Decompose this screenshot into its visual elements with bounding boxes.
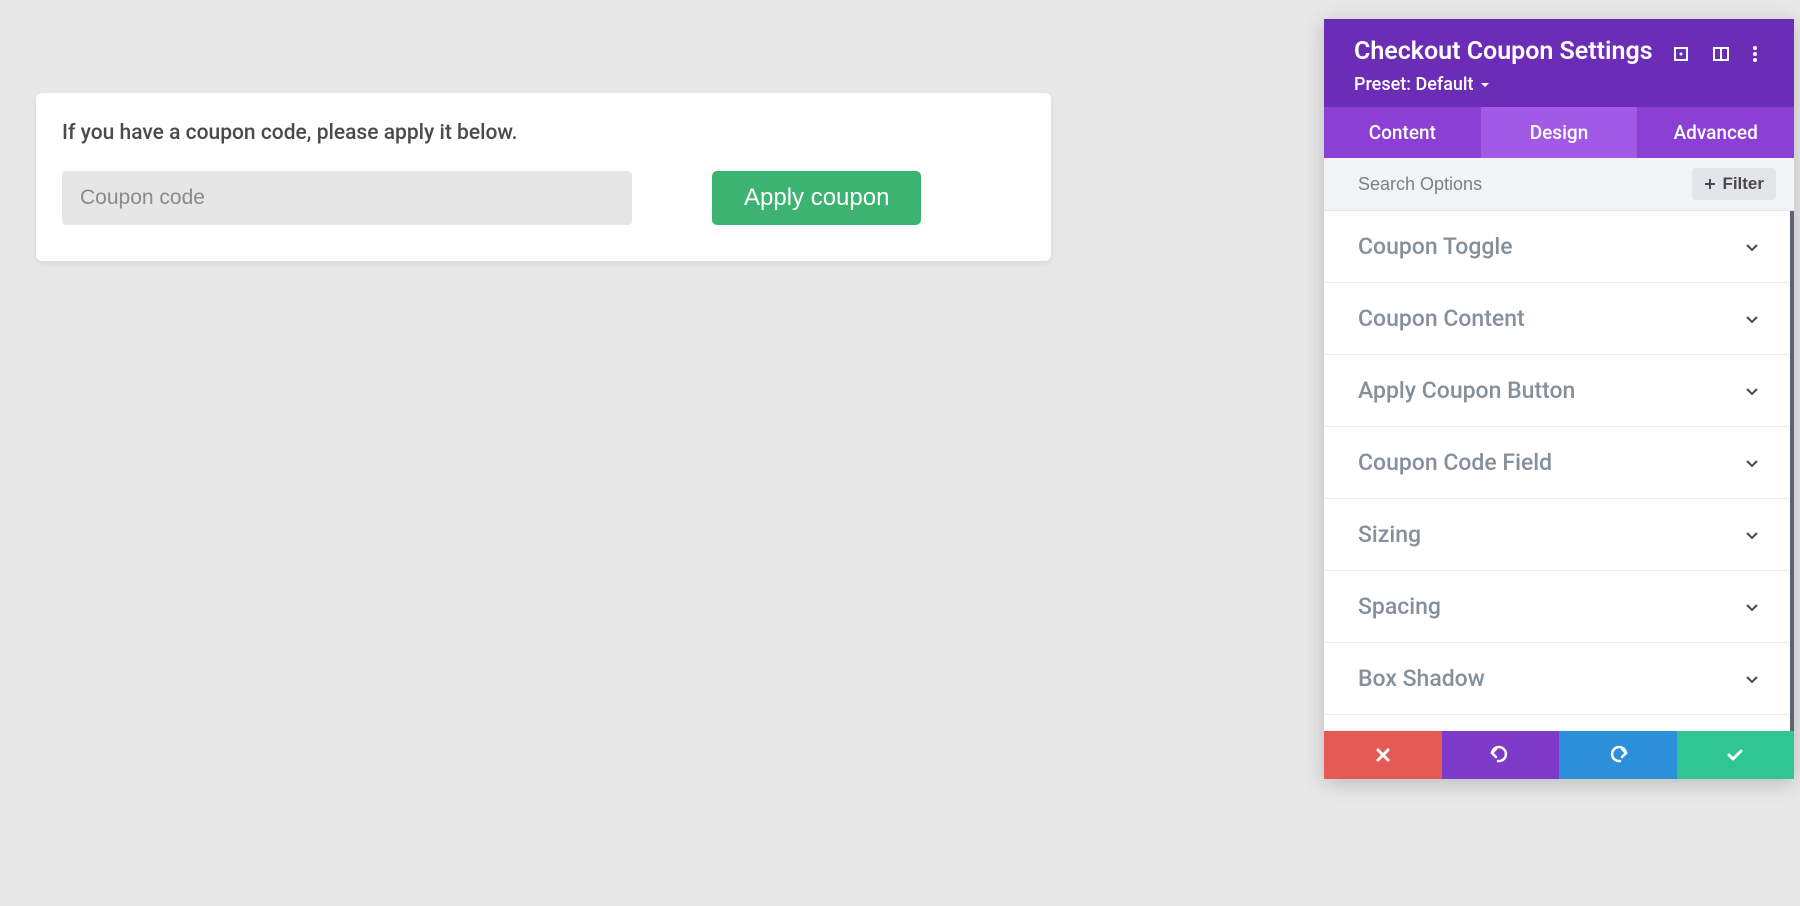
expand-icon[interactable] bbox=[1672, 45, 1690, 63]
section-label: Coupon Content bbox=[1358, 305, 1525, 332]
panel-title: Checkout Coupon Settings bbox=[1354, 37, 1653, 66]
chevron-down-icon bbox=[1744, 239, 1760, 255]
chevron-down-icon bbox=[1744, 671, 1760, 687]
chevron-down-icon bbox=[1744, 527, 1760, 543]
chevron-down-icon bbox=[1744, 311, 1760, 327]
preset-dropdown[interactable]: Preset: Default bbox=[1354, 74, 1653, 95]
search-row: Filter bbox=[1324, 158, 1794, 211]
section-label: Coupon Code Field bbox=[1358, 449, 1552, 476]
apply-coupon-button[interactable]: Apply coupon bbox=[712, 171, 921, 225]
settings-panel: Checkout Coupon Settings Preset: Default… bbox=[1324, 19, 1794, 779]
coupon-code-input[interactable] bbox=[62, 171, 632, 225]
cancel-button[interactable] bbox=[1324, 731, 1442, 779]
section-label: Coupon Toggle bbox=[1358, 233, 1513, 260]
footer-bar bbox=[1324, 731, 1794, 779]
section-label: Box Shadow bbox=[1358, 665, 1485, 692]
preset-label: Preset: Default bbox=[1354, 74, 1474, 95]
tab-advanced[interactable]: Advanced bbox=[1637, 107, 1794, 158]
tab-design[interactable]: Design bbox=[1481, 107, 1638, 158]
tab-content[interactable]: Content bbox=[1324, 107, 1481, 158]
section-spacing[interactable]: Spacing bbox=[1324, 571, 1790, 643]
check-icon bbox=[1725, 745, 1745, 765]
section-box-shadow[interactable]: Box Shadow bbox=[1324, 643, 1790, 715]
coupon-row: Apply coupon bbox=[62, 171, 1025, 225]
redo-button[interactable] bbox=[1559, 731, 1677, 779]
coupon-card: If you have a coupon code, please apply … bbox=[36, 93, 1051, 261]
chevron-down-icon bbox=[1744, 599, 1760, 615]
section-sizing[interactable]: Sizing bbox=[1324, 499, 1790, 571]
undo-button[interactable] bbox=[1442, 731, 1560, 779]
chevron-down-icon bbox=[1744, 455, 1760, 471]
panel-header: Checkout Coupon Settings Preset: Default bbox=[1324, 19, 1794, 107]
redo-icon bbox=[1608, 745, 1628, 765]
filter-label: Filter bbox=[1722, 174, 1764, 194]
section-coupon-toggle[interactable]: Coupon Toggle bbox=[1324, 211, 1790, 283]
coupon-instruction-text: If you have a coupon code, please apply … bbox=[62, 121, 1025, 145]
more-menu-icon[interactable] bbox=[1752, 45, 1770, 63]
search-options-input[interactable] bbox=[1358, 174, 1692, 195]
plus-icon bbox=[1704, 178, 1716, 190]
section-coupon-content[interactable]: Coupon Content bbox=[1324, 283, 1790, 355]
section-apply-coupon-button[interactable]: Apply Coupon Button bbox=[1324, 355, 1790, 427]
section-label: Apply Coupon Button bbox=[1358, 377, 1575, 404]
caret-down-icon bbox=[1480, 80, 1490, 90]
section-coupon-code-field[interactable]: Coupon Code Field bbox=[1324, 427, 1790, 499]
section-label: Spacing bbox=[1358, 593, 1441, 620]
filter-button[interactable]: Filter bbox=[1692, 168, 1776, 200]
undo-icon bbox=[1490, 745, 1510, 765]
sections-list[interactable]: Coupon Toggle Coupon Content Apply Coupo… bbox=[1324, 211, 1794, 731]
save-button[interactable] bbox=[1677, 731, 1795, 779]
chevron-down-icon bbox=[1744, 383, 1760, 399]
close-icon bbox=[1374, 746, 1392, 764]
section-label: Sizing bbox=[1358, 521, 1421, 548]
tabs: Content Design Advanced bbox=[1324, 107, 1794, 158]
columns-icon[interactable] bbox=[1712, 45, 1730, 63]
